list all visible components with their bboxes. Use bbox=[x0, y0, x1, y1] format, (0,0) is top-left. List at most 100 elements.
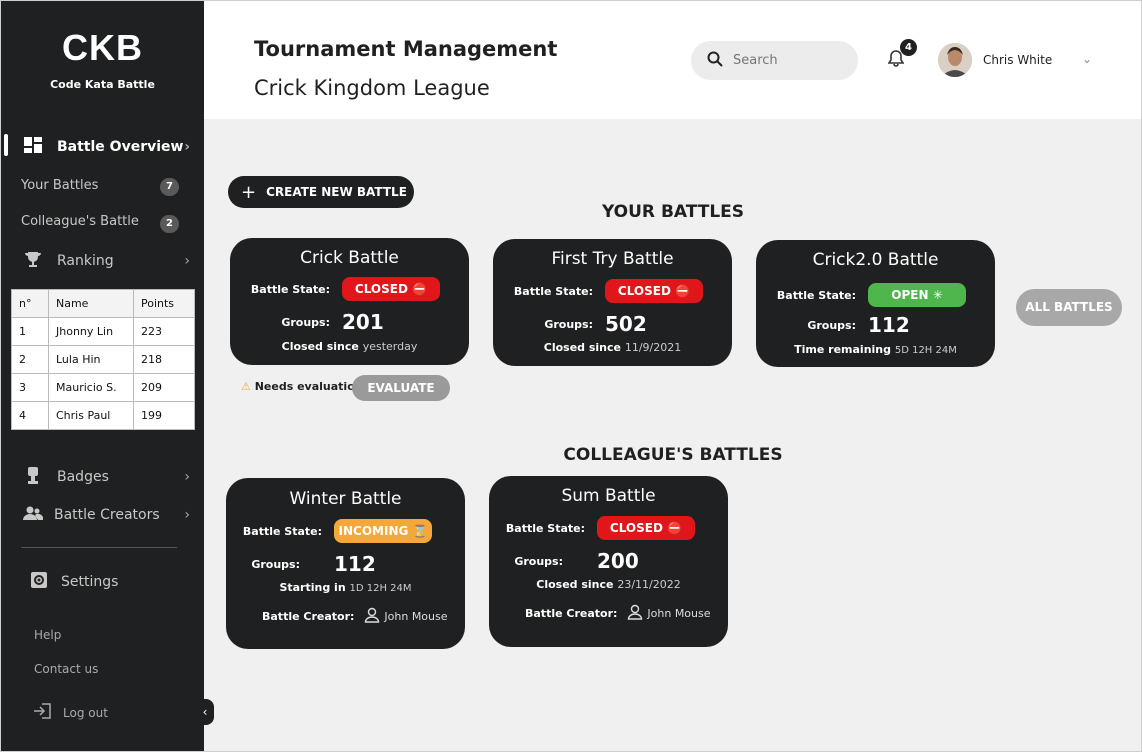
groups-count: 112 bbox=[868, 313, 910, 337]
groups-count: 502 bbox=[605, 312, 647, 336]
people-icon bbox=[23, 506, 44, 524]
groups-label: Groups: bbox=[544, 317, 593, 331]
battle-creator: Battle Creator: John Mouse bbox=[262, 607, 448, 626]
sidebar-item-label: Settings bbox=[61, 574, 119, 590]
creator-name[interactable]: John Mouse bbox=[384, 610, 447, 623]
no-entry-icon: ⛔ bbox=[667, 521, 683, 535]
battle-footer: Closed since yesterday bbox=[281, 340, 418, 353]
evaluate-button[interactable]: EVALUATE bbox=[352, 375, 450, 401]
state-label: Battle State: bbox=[776, 288, 856, 302]
battle-card[interactable]: Crick2.0 Battle Battle State: OPEN ✳ Gro… bbox=[756, 240, 995, 367]
status-badge: CLOSED ⛔ bbox=[597, 516, 695, 540]
groups-label: Groups: bbox=[514, 554, 563, 568]
collapse-sidebar-button[interactable]: ‹ bbox=[196, 699, 214, 725]
sidebar-item-battle-overview[interactable]: Battle Overview › bbox=[23, 137, 204, 157]
count-badge: 7 bbox=[160, 178, 179, 196]
badge-icon bbox=[23, 466, 43, 488]
groups-label: Groups: bbox=[807, 318, 856, 332]
table-row: 1 Jhonny Lin 223 bbox=[11, 317, 195, 346]
search-icon bbox=[707, 51, 723, 71]
search-input[interactable] bbox=[733, 53, 843, 68]
user-name[interactable]: Chris White bbox=[983, 53, 1052, 67]
sidebar-item-ranking[interactable]: Ranking › bbox=[23, 251, 204, 271]
notification-count: 4 bbox=[900, 39, 917, 56]
status-badge: CLOSED ⛔ bbox=[342, 277, 440, 301]
trophy-icon bbox=[23, 251, 43, 272]
column-header: n° bbox=[11, 289, 49, 318]
table-cell: Lula Hin bbox=[48, 345, 134, 374]
table-cell: 199 bbox=[133, 401, 195, 430]
plus-icon: + bbox=[241, 181, 257, 203]
no-entry-icon: ⛔ bbox=[675, 284, 691, 298]
chevron-right-icon: › bbox=[184, 469, 190, 485]
create-battle-button[interactable]: + CREATE NEW BATTLE bbox=[228, 176, 414, 208]
table-cell: 223 bbox=[133, 317, 195, 346]
battle-title: Winter Battle bbox=[289, 489, 402, 509]
battle-card[interactable]: Sum Battle Battle State: CLOSED ⛔ Groups… bbox=[489, 476, 728, 647]
sidebar-item-badges[interactable]: Badges › bbox=[23, 466, 204, 488]
logout-label: Log out bbox=[63, 705, 108, 720]
status-badge: INCOMING ⌛ bbox=[334, 519, 432, 543]
hourglass-icon: ⌛ bbox=[412, 524, 428, 538]
table-header-row: n° Name Points bbox=[11, 289, 195, 318]
sidebar-item-settings[interactable]: Settings bbox=[31, 572, 191, 592]
sidebar-item-your-battles[interactable]: Your Battles bbox=[21, 178, 98, 193]
chevron-right-icon: › bbox=[184, 139, 190, 155]
battle-card[interactable]: First Try Battle Battle State: CLOSED ⛔ … bbox=[493, 239, 732, 366]
battle-card[interactable]: Crick Battle Battle State: CLOSED ⛔ Grou… bbox=[230, 238, 469, 365]
groups-label: Groups: bbox=[281, 315, 330, 329]
table-row: 4 Chris Paul 199 bbox=[11, 401, 195, 430]
battle-footer: Closed since 11/9/2021 bbox=[543, 341, 682, 354]
state-label: Battle State: bbox=[505, 521, 585, 535]
sidebar-item-battle-creators[interactable]: Battle Creators › bbox=[23, 505, 204, 525]
all-battles-button[interactable]: ALL BATTLES bbox=[1016, 289, 1122, 326]
groups-label: Groups: bbox=[251, 557, 300, 571]
state-label: Battle State: bbox=[513, 284, 593, 298]
battle-title: Sum Battle bbox=[561, 486, 656, 506]
battle-title: Crick2.0 Battle bbox=[812, 250, 939, 270]
table-row: 2 Lula Hin 218 bbox=[11, 345, 195, 374]
help-link[interactable]: Help bbox=[34, 628, 61, 642]
sidebar-divider bbox=[21, 547, 177, 548]
table-row: 3 Mauricio S. 209 bbox=[11, 373, 195, 402]
colleagues-battles-title: COLLEAGUE'S BATTLES bbox=[563, 445, 783, 465]
search-box[interactable] bbox=[691, 41, 858, 80]
column-header: Points bbox=[133, 289, 195, 318]
sidebar-item-label: Ranking bbox=[57, 253, 114, 269]
table-cell: 1 bbox=[11, 317, 49, 346]
chevron-down-icon[interactable]: ⌄ bbox=[1082, 52, 1092, 66]
battle-footer: Time remaining 5D 12H 24M bbox=[794, 343, 957, 356]
table-cell: 4 bbox=[11, 401, 49, 430]
dashboard-icon bbox=[23, 137, 43, 157]
gear-icon bbox=[31, 572, 47, 592]
sidebar-item-colleagues-battle[interactable]: Colleague's Battle bbox=[21, 214, 139, 229]
avatar[interactable] bbox=[938, 43, 972, 77]
sidebar-item-label: Battle Creators bbox=[54, 507, 160, 523]
battle-creator: Battle Creator: John Mouse bbox=[525, 604, 711, 623]
sidebar-item-label: Badges bbox=[57, 469, 109, 485]
table-cell: 218 bbox=[133, 345, 195, 374]
table-cell: 3 bbox=[11, 373, 49, 402]
logo-tagline: Code Kata Battle bbox=[50, 78, 155, 91]
contact-link[interactable]: Contact us bbox=[34, 662, 98, 676]
page-title: Tournament Management bbox=[254, 37, 558, 61]
table-cell: 2 bbox=[11, 345, 49, 374]
creator-name[interactable]: John Mouse bbox=[647, 607, 710, 620]
logout-button[interactable]: Log out bbox=[33, 703, 108, 722]
person-icon bbox=[627, 604, 643, 623]
page-subtitle: Crick Kingdom League bbox=[254, 76, 490, 100]
battle-card[interactable]: Winter Battle Battle State: INCOMING ⌛ G… bbox=[226, 478, 465, 649]
your-battles-title: YOUR BATTLES bbox=[601, 202, 745, 222]
header: Tournament Management Crick Kingdom Leag… bbox=[204, 1, 1141, 119]
battle-title: Crick Battle bbox=[300, 248, 399, 268]
groups-count: 201 bbox=[342, 310, 384, 334]
status-badge: OPEN ✳ bbox=[868, 283, 966, 307]
groups-count: 200 bbox=[597, 549, 639, 573]
chevron-left-icon: ‹ bbox=[202, 705, 208, 719]
table-cell: Mauricio S. bbox=[48, 373, 134, 402]
warning-icon: ⚠ bbox=[241, 380, 251, 393]
active-indicator bbox=[4, 134, 8, 156]
no-entry-icon: ⛔ bbox=[412, 282, 428, 296]
table-cell: Chris Paul bbox=[48, 401, 134, 430]
table-cell: 209 bbox=[133, 373, 195, 402]
